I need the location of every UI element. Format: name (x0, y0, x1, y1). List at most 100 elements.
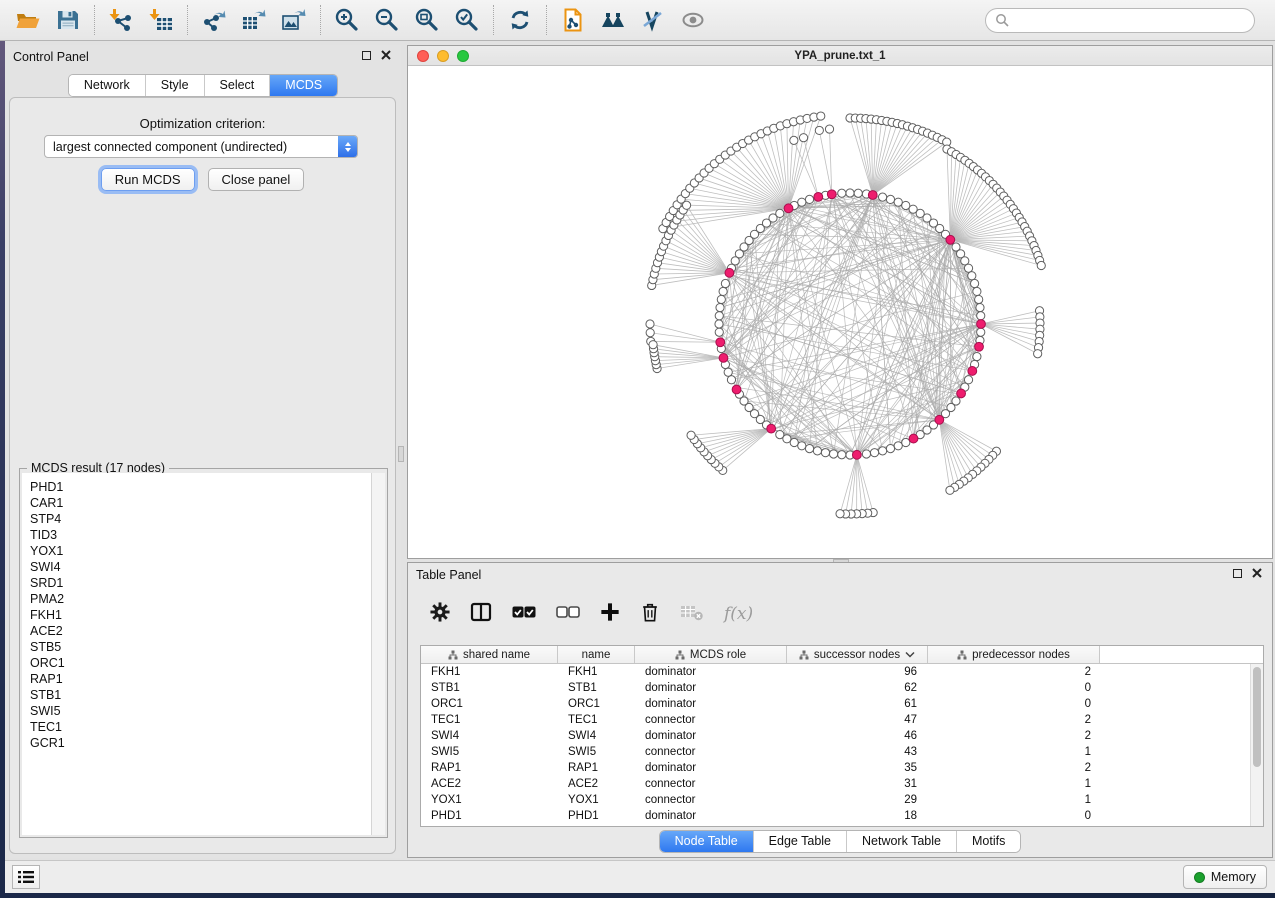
mcds-result-item[interactable]: FKH1 (22, 607, 371, 623)
table-cell: RAP1 (568, 760, 598, 776)
column-header-predecessor-nodes[interactable]: predecessor nodes (928, 646, 1100, 663)
criterion-select[interactable]: largest connected component (undirected) (44, 135, 358, 158)
table-row[interactable]: YOX1YOX1connector291 (421, 792, 1263, 808)
sort-descending-icon (905, 651, 915, 658)
table-cell: connector (645, 712, 696, 728)
graphics-details-button[interactable] (633, 3, 673, 37)
mcds-result-item[interactable]: STB1 (22, 687, 371, 703)
mcds-result-item[interactable]: RAP1 (22, 671, 371, 687)
deselect-all-checkboxes-button[interactable] (556, 605, 580, 624)
zoom-selected-button[interactable] (447, 3, 487, 37)
mcds-result-item[interactable]: PMA2 (22, 591, 371, 607)
column-header-MCDS-role[interactable]: MCDS role (635, 646, 787, 663)
select-all-checkboxes-button[interactable] (512, 605, 536, 624)
tab-mcds[interactable]: MCDS (269, 75, 337, 96)
window-minimize-icon[interactable] (437, 50, 449, 62)
zoom-in-button[interactable] (327, 3, 367, 37)
mcds-result-item[interactable]: SWI4 (22, 559, 371, 575)
table-settings-button[interactable] (430, 602, 450, 627)
save-session-button[interactable] (48, 3, 88, 37)
vertical-splitter-handle[interactable] (398, 446, 404, 462)
table-row[interactable]: SWI5SWI5connector431 (421, 744, 1263, 760)
table-cell: FKH1 (431, 664, 460, 680)
table-cell: connector (645, 792, 696, 808)
mcds-result-item[interactable]: ORC1 (22, 655, 371, 671)
apply-layout-button[interactable] (500, 3, 540, 37)
split-columns-icon (470, 602, 492, 622)
table-scrollbar[interactable] (1250, 664, 1263, 826)
zoom-out-button[interactable] (367, 3, 407, 37)
export-network-button[interactable] (194, 3, 234, 37)
open-folder-icon (15, 7, 41, 33)
network-window-titlebar[interactable]: YPA_prune.txt_1 (408, 46, 1272, 66)
tab-node-table[interactable]: Node Table (660, 831, 753, 852)
tab-network[interactable]: Network (69, 75, 145, 96)
table-row[interactable]: PHD1PHD1dominator180 (421, 808, 1263, 824)
open-file-button[interactable] (8, 3, 48, 37)
delete-column-button[interactable] (640, 602, 660, 627)
tab-motifs[interactable]: Motifs (956, 831, 1020, 852)
table-cell: STB1 (431, 680, 460, 696)
optimization-criterion-label: Optimization criterion: (10, 116, 395, 131)
main-toolbar (0, 0, 1275, 41)
mcds-result-item[interactable]: TEC1 (22, 719, 371, 735)
mcds-result-item[interactable]: YOX1 (22, 543, 371, 559)
close-panel-icon[interactable] (381, 50, 391, 60)
tab-edge-table[interactable]: Edge Table (753, 831, 846, 852)
export-table-button[interactable] (234, 3, 274, 37)
zoom-fit-button[interactable] (407, 3, 447, 37)
table-scroll-thumb[interactable] (1253, 667, 1261, 767)
network-graph[interactable] (408, 66, 1272, 558)
mcds-result-item[interactable]: TID3 (22, 527, 371, 543)
table-cell: 1 (928, 776, 1091, 792)
search-input[interactable] (985, 8, 1255, 33)
table-row[interactable]: RAP1RAP1dominator352 (421, 760, 1263, 776)
close-panel-button[interactable]: Close panel (208, 168, 305, 191)
search-network-button[interactable] (593, 3, 633, 37)
table-panel-titlebar: Table Panel (408, 563, 1272, 587)
split-columns-button[interactable] (470, 602, 492, 627)
tab-style[interactable]: Style (145, 75, 204, 96)
table-panel: Table Panel (407, 562, 1273, 858)
network-window-title: YPA_prune.txt_1 (794, 50, 885, 62)
table-cell: dominator (645, 760, 696, 776)
table-cell: dominator (645, 664, 696, 680)
mcds-result-item[interactable]: SWI5 (22, 703, 371, 719)
table-cell: 47 (787, 712, 917, 728)
mcds-result-item[interactable]: STP4 (22, 511, 371, 527)
table-row[interactable]: FKH1FKH1dominator962 (421, 664, 1263, 680)
mcds-result-item[interactable]: GCR1 (22, 735, 371, 751)
mcds-result-item[interactable]: ACE2 (22, 623, 371, 639)
export-image-button[interactable] (274, 3, 314, 37)
mcds-result-item[interactable]: CAR1 (22, 495, 371, 511)
table-row[interactable]: ACE2ACE2connector311 (421, 776, 1263, 792)
close-panel-icon[interactable] (1252, 568, 1262, 578)
network-canvas[interactable] (408, 66, 1272, 558)
table-row[interactable]: ORC1ORC1dominator610 (421, 696, 1263, 712)
column-header-shared-name[interactable]: shared name (421, 646, 558, 663)
import-table-button[interactable] (141, 3, 181, 37)
tab-select[interactable]: Select (204, 75, 270, 96)
window-zoom-icon[interactable] (457, 50, 469, 62)
mcds-result-item[interactable]: PHD1 (22, 479, 371, 495)
add-column-button[interactable] (600, 602, 620, 627)
window-close-icon[interactable] (417, 50, 429, 62)
column-header-successor-nodes[interactable]: successor nodes (787, 646, 928, 663)
task-history-button[interactable] (12, 865, 40, 889)
mcds-result-item[interactable]: STB5 (22, 639, 371, 655)
table-row[interactable]: SWI4SWI4dominator462 (421, 728, 1263, 744)
mcds-list-scrollbar[interactable] (372, 473, 385, 835)
column-header-name[interactable]: name (558, 646, 635, 663)
float-panel-icon[interactable] (1233, 569, 1242, 578)
mcds-result-item[interactable]: SRD1 (22, 575, 371, 591)
float-panel-icon[interactable] (362, 51, 371, 60)
table-row[interactable]: STB1STB1dominator620 (421, 680, 1263, 696)
import-network-button[interactable] (101, 3, 141, 37)
show-hide-details-button[interactable] (673, 3, 713, 37)
run-mcds-button[interactable]: Run MCDS (101, 168, 195, 191)
mcds-result-list[interactable]: PHD1CAR1STP4TID3YOX1SWI4SRD1PMA2FKH1ACE2… (22, 473, 372, 835)
memory-button[interactable]: Memory (1183, 865, 1267, 889)
network-from-document-button[interactable] (553, 3, 593, 37)
table-row[interactable]: TEC1TEC1connector472 (421, 712, 1263, 728)
tab-network-table[interactable]: Network Table (846, 831, 956, 852)
